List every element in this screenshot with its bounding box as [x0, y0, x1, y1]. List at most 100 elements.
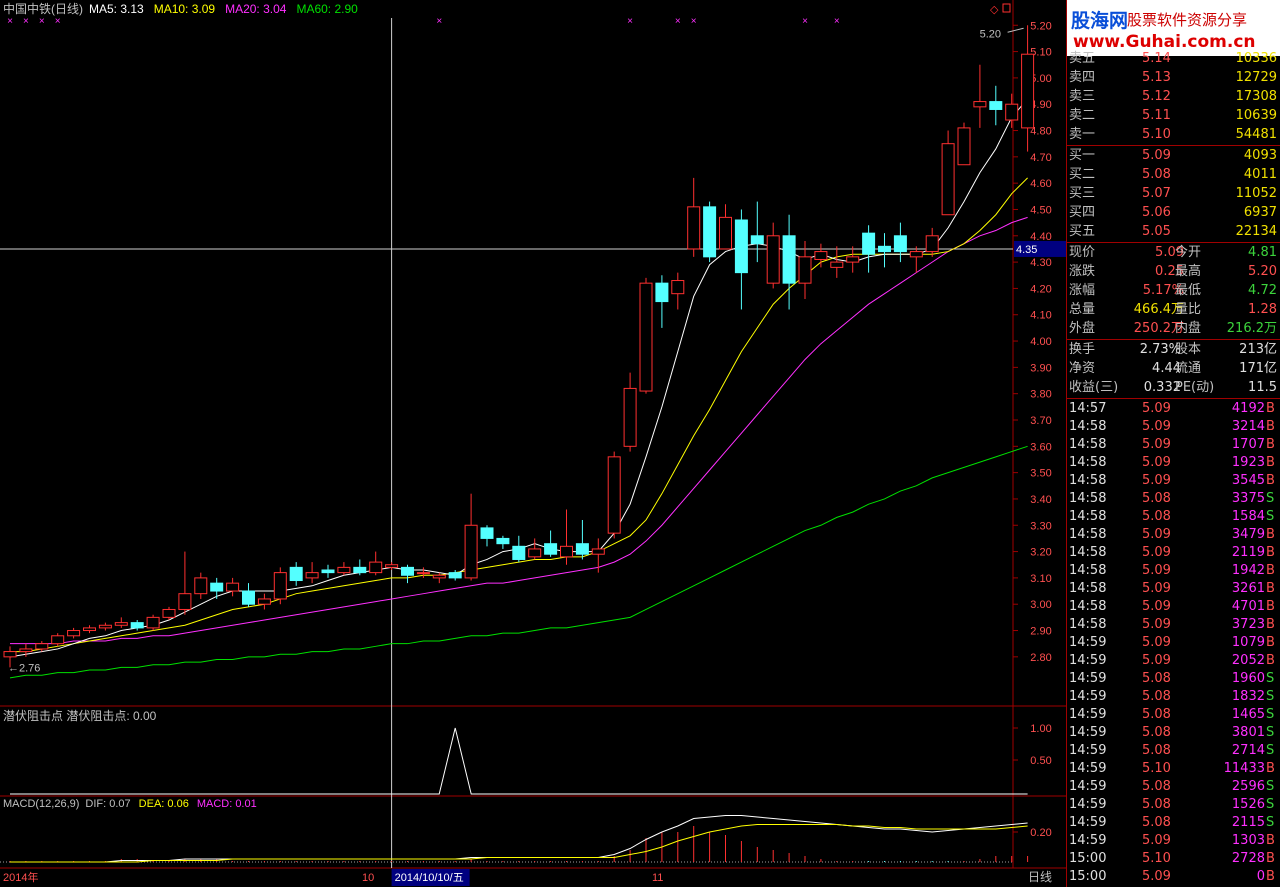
tick-price: 5.08 [1142, 707, 1171, 722]
candle-body-up [19, 648, 33, 653]
tick-row[interactable]: 14:59 5.10 11433 B [1067, 760, 1280, 778]
price-tick-label: 3.80 [1030, 389, 1051, 401]
tick-row[interactable]: 14:58 5.08 1584 S [1067, 508, 1280, 526]
candle-body-up [591, 548, 605, 555]
ask-volume: 10639 [1235, 108, 1277, 123]
tick-price: 5.09 [1142, 437, 1171, 452]
ask-row[interactable]: 卖一 5.10 54481 [1067, 126, 1280, 144]
tick-row[interactable]: 15:00 5.10 2728 B [1067, 850, 1280, 868]
tick-row[interactable]: 14:57 5.09 4192 B [1067, 400, 1280, 418]
tick-row[interactable]: 14:58 5.09 3214 B [1067, 418, 1280, 436]
tick-row[interactable]: 14:58 5.09 1942 B [1067, 562, 1280, 580]
tick-row[interactable]: 14:59 5.08 1960 S [1067, 670, 1280, 688]
price-tick-label: 3.90 [1030, 362, 1051, 374]
ask-row[interactable]: 卖四 5.13 12729 [1067, 69, 1280, 87]
tick-side: B [1266, 581, 1275, 596]
candle-body-down [544, 543, 558, 555]
ask-price: 5.11 [1142, 108, 1171, 123]
tick-volume: 3261 [1231, 581, 1265, 596]
bid-row[interactable]: 买三 5.07 11052 [1067, 185, 1280, 203]
tick-time: 14:58 [1069, 491, 1107, 506]
macd-dif: DIF: 0.07 [85, 798, 130, 810]
bid-price: 5.05 [1142, 224, 1171, 239]
quote-value-2: 4.72 [1248, 283, 1277, 298]
candle-body-up [98, 624, 112, 629]
tick-row[interactable]: 14:58 5.08 3375 S [1067, 490, 1280, 508]
ask-row[interactable]: 卖二 5.11 10639 [1067, 107, 1280, 125]
bid-row[interactable]: 买二 5.08 4011 [1067, 166, 1280, 184]
tick-price: 5.08 [1142, 509, 1171, 524]
bid-volume: 11052 [1235, 186, 1277, 201]
tick-price: 5.08 [1142, 743, 1171, 758]
quote-label: 现价 [1069, 245, 1096, 260]
tick-row[interactable]: 14:58 5.09 3723 B [1067, 616, 1280, 634]
tick-row[interactable]: 14:59 5.08 1526 S [1067, 796, 1280, 814]
chart-area[interactable]: 中国中铁(日线) MA5: 3.13 MA10: 3.09 MA20: 3.04 MA6… [0, 0, 1066, 887]
high-marker-arrow [1007, 27, 1024, 33]
tick-row[interactable]: 14:58 5.09 1707 B [1067, 436, 1280, 454]
quote-label: 总量 [1069, 302, 1096, 317]
ask-row[interactable]: 卖五 5.14 10336 [1067, 50, 1280, 68]
tick-row[interactable]: 14:58 5.09 3545 B [1067, 472, 1280, 490]
tick-time: 14:59 [1069, 725, 1107, 740]
ask-row[interactable]: 卖三 5.12 17308 [1067, 88, 1280, 106]
candle-body-up [623, 387, 637, 447]
tick-row[interactable]: 14:58 5.09 3261 B [1067, 580, 1280, 598]
tick-row[interactable]: 14:59 5.08 2596 S [1067, 778, 1280, 796]
tick-row[interactable]: 14:58 5.09 3479 B [1067, 526, 1280, 544]
tick-time: 14:59 [1069, 815, 1107, 830]
tick-row[interactable]: 14:59 5.08 1465 S [1067, 706, 1280, 724]
tick-time: 14:58 [1069, 617, 1107, 632]
tick-price: 5.08 [1142, 491, 1171, 506]
tick-row[interactable]: 14:59 5.08 1832 S [1067, 688, 1280, 706]
tick-row[interactable]: 14:58 5.09 1923 B [1067, 454, 1280, 472]
candle-body-up [464, 524, 478, 579]
tick-side: B [1266, 617, 1275, 632]
tick-row[interactable]: 14:59 5.08 3801 S [1067, 724, 1280, 742]
tick-row[interactable]: 14:59 5.08 2115 S [1067, 814, 1280, 832]
price-tick-label: 2.80 [1030, 652, 1051, 664]
tick-volume: 1942 [1231, 563, 1265, 578]
tick-row[interactable]: 14:59 5.09 1079 B [1067, 634, 1280, 652]
ask-volume: 10336 [1235, 51, 1277, 66]
tick-row[interactable]: 14:59 5.09 2052 B [1067, 652, 1280, 670]
bid-row[interactable]: 买四 5.06 6937 [1067, 204, 1280, 222]
candle-body-down [512, 545, 526, 560]
tick-volume: 1465 [1231, 707, 1265, 722]
tick-time: 14:59 [1069, 797, 1107, 812]
tick-time: 14:59 [1069, 635, 1107, 650]
tick-row[interactable]: 15:00 5.09 0 B [1067, 868, 1280, 886]
tick-row[interactable]: 14:59 5.08 2714 S [1067, 742, 1280, 760]
quote-divider [1067, 242, 1280, 243]
tick-side: B [1266, 473, 1275, 488]
price-tick-label: 3.60 [1030, 441, 1051, 453]
bid-label: 买四 [1069, 205, 1096, 220]
tick-time: 14:59 [1069, 761, 1107, 776]
tick-side: B [1266, 869, 1275, 884]
bid-row[interactable]: 买一 5.09 4093 [1067, 147, 1280, 165]
candle-body-up [814, 251, 828, 260]
tick-time: 14:59 [1069, 833, 1107, 848]
tick-price: 5.09 [1142, 563, 1171, 578]
candle-body-up [305, 572, 319, 579]
tick-row[interactable]: 14:58 5.09 4701 B [1067, 598, 1280, 616]
price-tick-label: 4.20 [1030, 283, 1051, 295]
price-tick-label: 4.30 [1030, 257, 1051, 269]
tick-time: 14:59 [1069, 743, 1107, 758]
candle-body-up [369, 561, 383, 574]
candle-body-up [1005, 103, 1019, 121]
bid-row[interactable]: 买五 5.05 22134 [1067, 223, 1280, 241]
tick-row[interactable]: 14:58 5.09 2119 B [1067, 544, 1280, 562]
tick-time: 14:59 [1069, 671, 1107, 686]
tick-side: B [1266, 851, 1275, 866]
price-tick-label: 3.20 [1030, 547, 1051, 559]
diamond-icon: ◇ [990, 3, 999, 16]
bid-volume: 6937 [1243, 205, 1277, 220]
tick-price: 5.09 [1142, 473, 1171, 488]
tick-volume: 1303 [1231, 833, 1265, 848]
candle-body-up [925, 235, 939, 253]
ind1-tick-label: 0.50 [1030, 755, 1051, 767]
candle-body-up [1021, 53, 1035, 129]
tick-row[interactable]: 14:59 5.09 1303 B [1067, 832, 1280, 850]
tick-time: 14:57 [1069, 401, 1107, 416]
